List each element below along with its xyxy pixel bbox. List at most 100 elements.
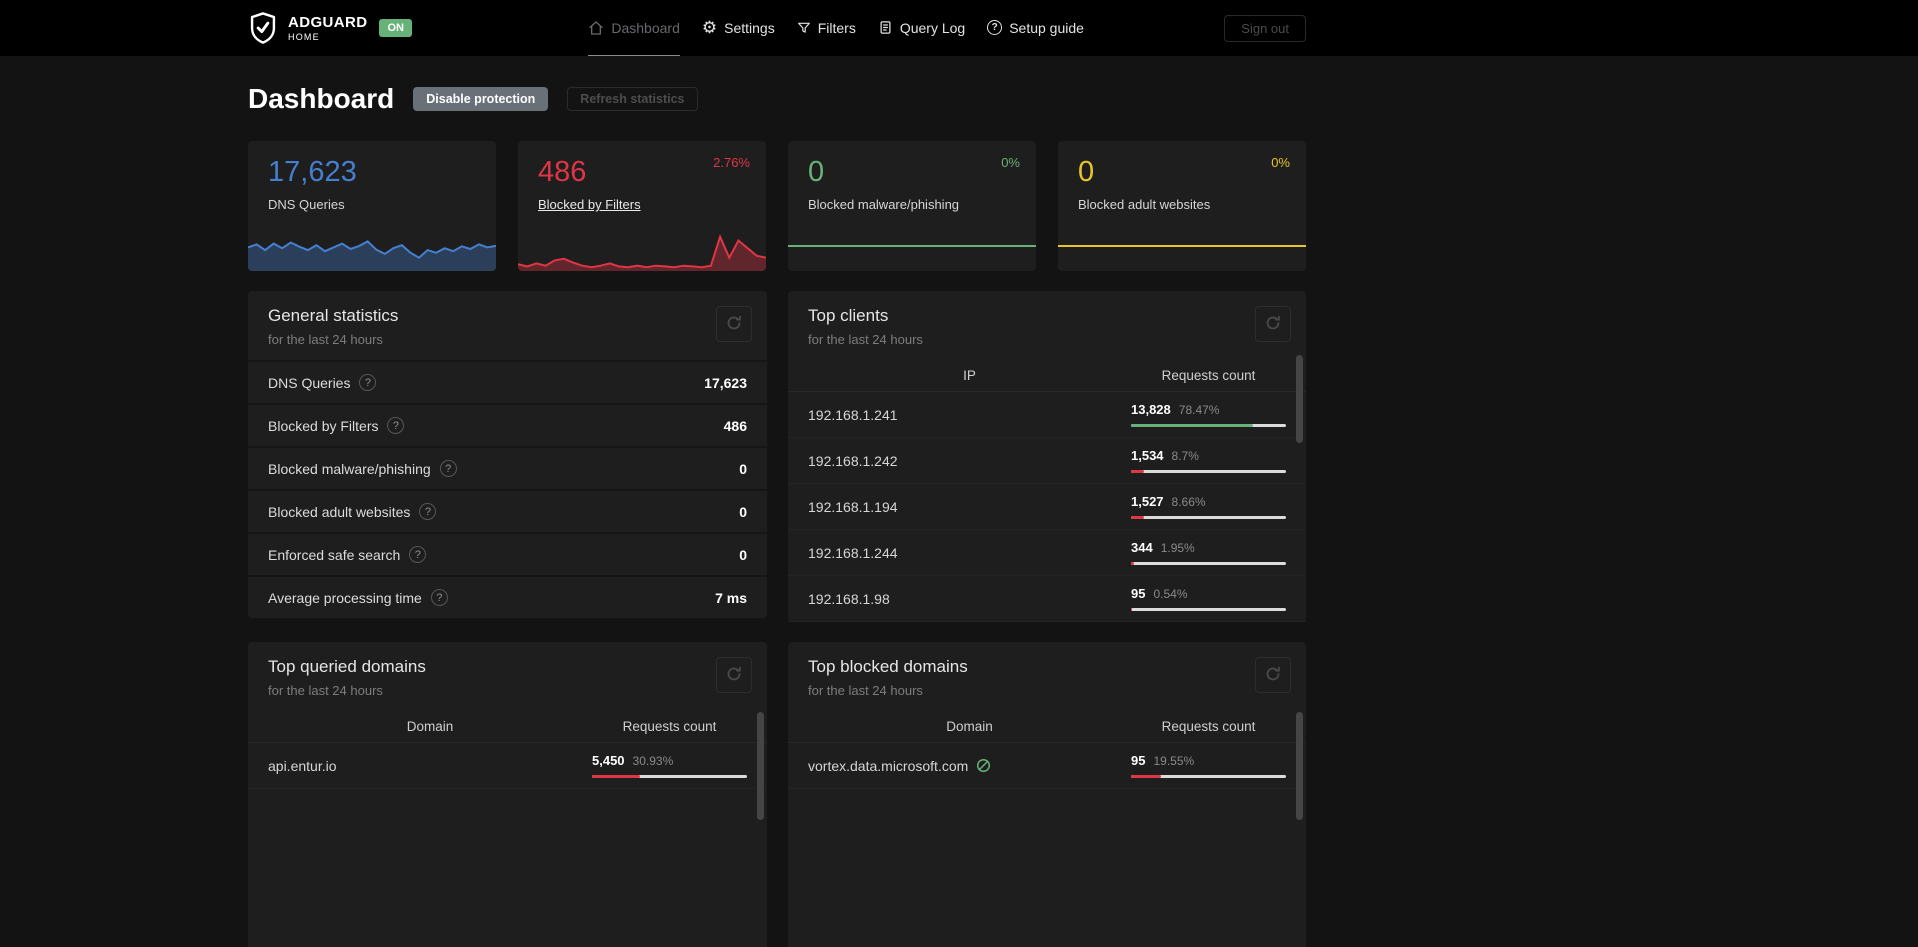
panel-subtitle: for the last 24 hours xyxy=(268,683,383,698)
count-line: 1,527 8.66% xyxy=(1131,494,1286,509)
refresh-panel-button[interactable] xyxy=(1255,306,1291,342)
client-row: 192.168.1.241 13,828 78.47% xyxy=(788,392,1306,438)
count-line: 5,450 30.93% xyxy=(592,753,747,768)
count-line: 13,828 78.47% xyxy=(1131,402,1286,417)
blocked-malware-flatline-chart xyxy=(788,245,1036,247)
nav-label: Settings xyxy=(724,19,775,36)
column-header-requests-count: Requests count xyxy=(622,719,717,734)
protection-status-badge: ON xyxy=(379,19,412,37)
table-header: Domain Requests count xyxy=(248,711,767,743)
progress-bar xyxy=(1131,470,1286,473)
vertical-scrollbar-thumb[interactable] xyxy=(1296,355,1303,443)
nav-item-settings[interactable]: ⚙ Settings xyxy=(702,0,775,56)
panel-title: Top clients xyxy=(808,306,889,325)
vertical-scrollbar-thumb[interactable] xyxy=(757,712,764,820)
panel-head: General statistics for the last 24 hours xyxy=(248,291,767,360)
stat-table-row: Blocked adult websites? 0 xyxy=(248,489,767,532)
help-icon[interactable]: ? xyxy=(359,374,377,391)
blocked-filters-percent: 2.76% xyxy=(713,155,750,170)
blocked-malware-value: 0 xyxy=(808,156,825,188)
refresh-statistics-button[interactable]: Refresh statistics xyxy=(567,87,698,111)
top-navbar: ADGUARD HOME ON Dashboard ⚙ Settings Fil… xyxy=(0,0,1918,56)
column-header-domain: Domain xyxy=(406,719,454,734)
stat-cards-row: 17,623 DNS Queries 486 Blocked by Filter… xyxy=(248,141,1306,271)
count-line: 1,534 8.7% xyxy=(1131,448,1286,463)
brand[interactable]: ADGUARD HOME ON xyxy=(248,11,448,45)
disable-protection-button[interactable]: Disable protection xyxy=(413,87,549,111)
stat-row-value: 17,623 xyxy=(704,374,747,391)
stat-row-label-text: Blocked adult websites xyxy=(268,503,411,520)
dns-queries-sparkline-chart xyxy=(248,229,496,271)
progress-bar xyxy=(1131,775,1286,778)
nav-item-setup-guide[interactable]: ? Setup guide xyxy=(987,0,1084,56)
request-count: 1,534 xyxy=(1131,448,1164,463)
request-percent: 8.66% xyxy=(1171,495,1206,509)
request-percent: 1.95% xyxy=(1160,541,1195,555)
request-count: 95 xyxy=(1131,586,1146,601)
stat-row-label: Enforced safe search? xyxy=(268,546,427,563)
stat-row-label-text: Blocked malware/phishing xyxy=(268,460,431,477)
blocked-malware-label: Blocked malware/phishing xyxy=(808,197,960,212)
middle-panels-row: General statistics for the last 24 hours… xyxy=(248,291,1306,622)
page-container: Dashboard Disable protection Refresh sta… xyxy=(248,83,1306,947)
dns-queries-label: DNS Queries xyxy=(268,197,345,212)
page-header: Dashboard Disable protection Refresh sta… xyxy=(248,83,1306,115)
stat-row-label: Blocked by Filters? xyxy=(268,417,405,434)
stat-table-row: Blocked by Filters? 486 xyxy=(248,403,767,446)
domain-name: vortex.data.microsoft.com xyxy=(808,757,969,774)
stat-card-blocked-adult: 0 Blocked adult websites 0% xyxy=(1058,141,1306,271)
request-count: 13,828 xyxy=(1131,402,1171,417)
nav-item-dashboard[interactable]: Dashboard xyxy=(588,0,680,56)
client-ip: 192.168.1.98 xyxy=(808,590,890,607)
stat-row-label-text: Average processing time xyxy=(268,589,422,606)
stat-row-value: 0 xyxy=(739,460,747,477)
client-ip: 192.168.1.242 xyxy=(808,452,898,469)
stat-table-row: Blocked malware/phishing? 0 xyxy=(248,446,767,489)
request-count: 344 xyxy=(1131,540,1153,555)
client-count-cell: 1,527 8.66% xyxy=(1131,494,1286,519)
stat-row-label: Blocked adult websites? xyxy=(268,503,437,520)
domain-name: api.entur.io xyxy=(268,757,337,774)
table-header: IP Requests count xyxy=(788,360,1306,392)
document-icon xyxy=(878,20,893,35)
dns-queries-value: 17,623 xyxy=(268,156,357,188)
blocked-filters-link[interactable]: Blocked by Filters xyxy=(538,197,641,212)
sign-out-button[interactable]: Sign out xyxy=(1224,14,1306,42)
nav-item-query-log[interactable]: Query Log xyxy=(878,0,965,56)
progress-bar xyxy=(1131,608,1286,611)
request-count: 1,527 xyxy=(1131,494,1164,509)
refresh-panel-button[interactable] xyxy=(716,306,752,342)
client-ip: 192.168.1.194 xyxy=(808,498,898,515)
panel-title: General statistics xyxy=(268,306,399,325)
gear-icon: ⚙ xyxy=(701,18,718,37)
help-icon[interactable]: ? xyxy=(419,503,437,520)
help-icon[interactable]: ? xyxy=(439,460,457,477)
refresh-panel-button[interactable] xyxy=(1255,657,1291,693)
help-icon[interactable]: ? xyxy=(430,589,448,606)
vertical-scrollbar-thumb[interactable] xyxy=(1296,712,1303,820)
adguard-shield-logo-icon xyxy=(248,11,278,45)
general-statistics-table: DNS Queries? 17,623 Blocked by Filters? … xyxy=(248,360,767,618)
client-row: 192.168.1.98 95 0.54% xyxy=(788,576,1306,622)
help-icon[interactable]: ? xyxy=(409,546,427,563)
stat-card-dns-queries: 17,623 DNS Queries xyxy=(248,141,496,271)
progress-bar-fill xyxy=(1131,608,1132,611)
help-circle-icon: ? xyxy=(987,20,1003,35)
brand-text: ADGUARD HOME xyxy=(288,15,367,42)
nav-item-filters[interactable]: Filters xyxy=(797,0,856,56)
stat-row-label: Blocked malware/phishing? xyxy=(268,460,457,477)
domain-name-cell: vortex.data.microsoft.com xyxy=(808,758,1131,774)
stat-row-value: 0 xyxy=(739,503,747,520)
help-icon[interactable]: ? xyxy=(387,417,405,434)
client-ip: 192.168.1.241 xyxy=(808,406,898,423)
nav-label: Dashboard xyxy=(611,19,680,36)
refresh-icon xyxy=(1265,666,1281,685)
stat-row-value: 0 xyxy=(739,546,747,563)
tracker-blocked-icon[interactable] xyxy=(976,758,991,773)
stat-table-row: Average processing time? 7 ms xyxy=(248,575,767,618)
progress-bar xyxy=(1131,562,1286,565)
request-percent: 0.54% xyxy=(1153,587,1188,601)
blocked-adult-value: 0 xyxy=(1078,156,1095,188)
refresh-panel-button[interactable] xyxy=(716,657,752,693)
progress-bar-fill xyxy=(1131,562,1135,565)
